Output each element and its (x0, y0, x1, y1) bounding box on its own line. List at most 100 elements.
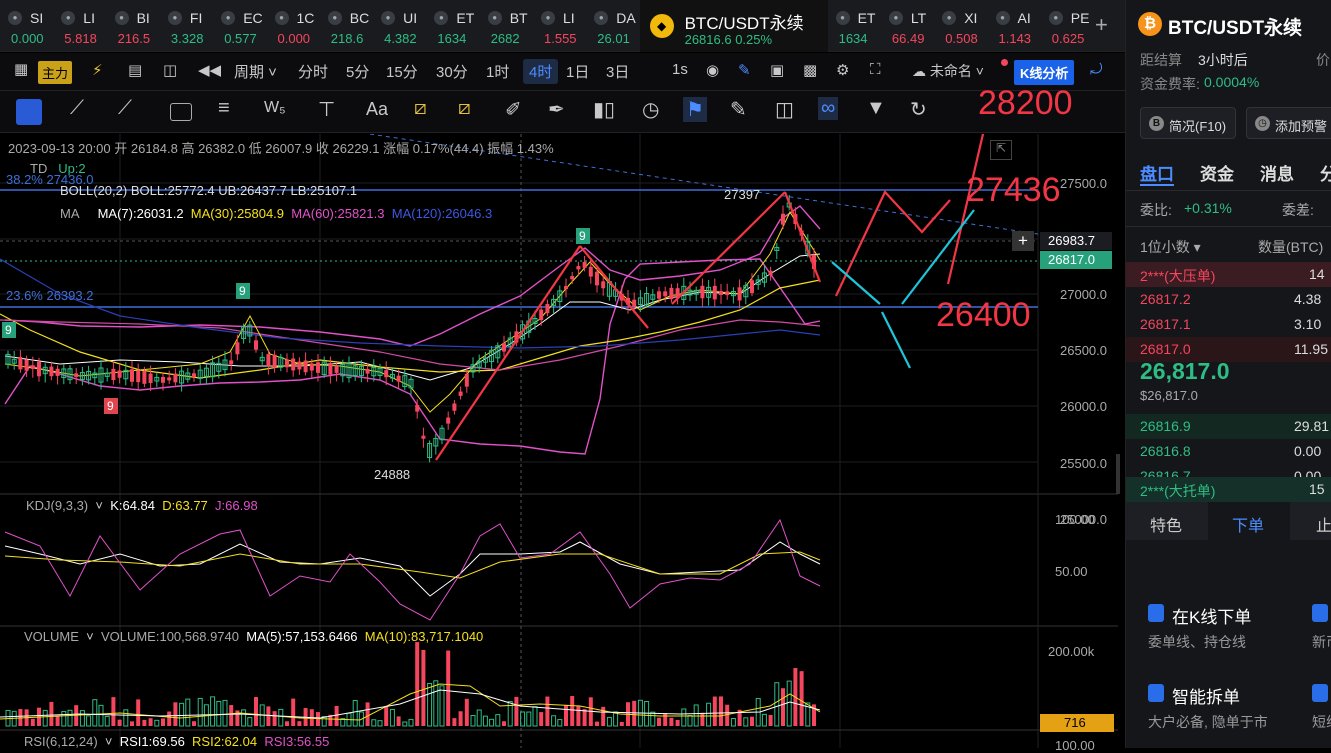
symbol-tab[interactable]: ● BC 218.6 (320, 0, 372, 52)
brush-tool-icon[interactable]: ✐ (505, 97, 522, 122)
ask-big-row[interactable]: 2***(大压单) 14 (1126, 262, 1331, 287)
card-kline-order-title[interactable]: 在K线下单 (1172, 603, 1251, 628)
interval-1s[interactable]: 1s (672, 61, 688, 78)
fib-tool-icon[interactable]: ≡ (218, 97, 230, 120)
tab-place-order[interactable]: 下单 (1232, 512, 1264, 536)
symbol-tab[interactable]: ● LI 5.818 (53, 0, 105, 52)
volume-bar (532, 706, 538, 727)
tab-symbol: LI (83, 10, 95, 26)
ask-row[interactable]: 26817.1 3.10 (1126, 312, 1331, 337)
calendar-icon[interactable]: ▤ (128, 61, 142, 79)
timeframe-4[interactable]: 1时 (486, 61, 509, 82)
symbol-tab[interactable]: ● AI 1.143 (988, 0, 1040, 52)
lock-tool-icon[interactable]: ◷ (642, 97, 659, 122)
kline-chart[interactable]: 9 9 9 9 27397 24888 26400 27436 2023-09-… (0, 103, 1120, 753)
symbol-tab[interactable]: ● ET 1634 (828, 0, 880, 52)
tab-more[interactable]: 分 (1320, 160, 1331, 185)
text-tool-icon[interactable]: Aa (366, 99, 388, 120)
candles-tool-icon[interactable]: ▮▯ (593, 97, 615, 122)
timeframe-6[interactable]: 1日 (566, 61, 589, 82)
timeframe-2[interactable]: 15分 (386, 61, 418, 82)
camera-icon[interactable]: ◉ (706, 61, 719, 79)
volume-bar (669, 717, 674, 726)
wave-tool-icon[interactable]: W₅ (264, 99, 286, 117)
symbol-tab[interactable]: ● BT 2682 (480, 0, 532, 52)
timeframe-3[interactable]: 30分 (436, 61, 468, 82)
symbol-tab[interactable]: ◆ BTC/USDT永续 26816.6 0.25% (639, 0, 828, 52)
symbol-tab[interactable]: ● XI 0.508 (934, 0, 986, 52)
timeframe-7[interactable]: 3日 (606, 61, 629, 82)
channel-tool-icon[interactable]: ⟋ (118, 97, 132, 120)
card-smart-split-title[interactable]: 智能拆单 (1172, 683, 1240, 708)
symbol-tab[interactable]: ● BI 216.5 (107, 0, 159, 52)
candle (55, 368, 60, 376)
add-line-icon[interactable]: + (1012, 231, 1034, 251)
tab-funds[interactable]: 资金 (1200, 160, 1234, 185)
bid-row[interactable]: 26816.8 0.00 (1126, 439, 1331, 464)
symbol-tab[interactable]: ● UI 4.382 (373, 0, 425, 52)
image-icon[interactable]: ▣ (770, 61, 784, 79)
volume-bar (458, 711, 463, 726)
symbol-tab[interactable]: ● DA 26.01 (586, 0, 638, 52)
timeframe-1[interactable]: 5分 (346, 61, 369, 82)
timeframe-5[interactable]: 4时 (523, 59, 559, 84)
sync-tool-icon[interactable]: ↻ (910, 97, 927, 122)
layout-icon[interactable]: ◫ (163, 61, 177, 79)
highlighter-tool-icon[interactable]: ✒ (548, 97, 565, 122)
kline-analysis-button[interactable]: K线分析 (1014, 60, 1075, 85)
settings-icon[interactable]: ⚙ (836, 61, 849, 79)
add-alert-button[interactable]: ◷ 添加预警 (1246, 107, 1331, 139)
decimals-dropdown[interactable]: 1位小数 ▾ (1140, 237, 1201, 257)
symbol-tab[interactable]: ● EC 0.577 (213, 0, 265, 52)
link-tool-icon[interactable]: ∞ (818, 97, 839, 120)
timeframe-0[interactable]: 分时 (298, 61, 328, 82)
tab-stop[interactable]: 止 (1316, 512, 1331, 536)
high-label: 27397 (724, 187, 760, 202)
candle (502, 343, 506, 352)
chart-canvas[interactable]: 9 9 9 9 27397 24888 26400 27436 (0, 103, 1118, 748)
expand-icon[interactable]: ⇱ (990, 140, 1012, 160)
crosshair-tool-icon[interactable] (16, 99, 42, 125)
symbol-tab[interactable]: ● LT 66.49 (881, 0, 933, 52)
main-chart-button[interactable]: 主力 (38, 61, 73, 84)
candle (328, 362, 333, 375)
splitter-handle[interactable] (1116, 454, 1120, 494)
tab-news[interactable]: 消息 (1260, 160, 1294, 185)
share-icon[interactable]: ⤾ (1090, 61, 1103, 78)
fullscreen-icon[interactable]: ⛶ (870, 61, 881, 78)
symbol-tab[interactable]: ● LI 1.555 (533, 0, 585, 52)
lightning-icon[interactable]: ⚡ (92, 61, 103, 79)
add-tab-icon[interactable]: + (1095, 12, 1108, 38)
ask-row[interactable]: 26817.2 4.38 (1126, 287, 1331, 312)
candle (297, 361, 302, 370)
bid-big-row[interactable]: 2***(大托单) 15 (1126, 477, 1331, 502)
symbol-tab[interactable]: ● FI 3.328 (160, 0, 212, 52)
overview-button[interactable]: B 简况(F10) (1140, 107, 1236, 139)
symbol-tab[interactable]: ● SI 0.000 (0, 0, 52, 52)
candle-type-icon[interactable]: ▦ (14, 60, 28, 78)
measure-tool-icon[interactable]: ⊤ (318, 97, 335, 122)
edit-tool-icon[interactable]: ✎ (730, 97, 747, 122)
volume-bar (693, 704, 699, 727)
layout-name-dropdown[interactable]: ☁ 未命名 ˅ (912, 61, 984, 81)
volume-bar (526, 711, 532, 727)
line-tool-icon[interactable]: ⟋ (70, 97, 84, 120)
symbol-tab[interactable]: ● 1C 0.000 (267, 0, 319, 52)
magnet-tool-icon[interactable]: ⧄ (458, 97, 471, 120)
rewind-icon[interactable]: ◀◀ (198, 61, 221, 79)
tab-orderbook[interactable]: 盘口 (1140, 160, 1174, 185)
symbol-tab[interactable]: ● ET 1634 (426, 0, 478, 52)
period-dropdown[interactable]: 周期 ˅ (234, 61, 277, 82)
pencil-icon[interactable]: ✎ (738, 61, 751, 79)
trash-tool-icon[interactable]: ◫ (775, 97, 794, 122)
ruler-tool-icon[interactable]: ⧄ (414, 97, 427, 120)
bookmark-tool-icon[interactable]: ⚑ (683, 97, 707, 122)
volume-bar (167, 711, 172, 726)
rectangle-tool-icon[interactable] (170, 103, 192, 121)
screen-icon[interactable]: ▩ (803, 61, 817, 79)
tab-feature[interactable]: 特色 (1150, 512, 1182, 536)
symbol-tab[interactable]: ● PE 0.625 (1041, 0, 1093, 52)
kdj-info: KDJ(9,3,3) ˅ K:64.84 D:63.77 J:66.98 (26, 498, 258, 513)
bid-row[interactable]: 26816.9 29.81 (1126, 414, 1331, 439)
filter-tool-icon[interactable]: ▼ (866, 97, 886, 120)
